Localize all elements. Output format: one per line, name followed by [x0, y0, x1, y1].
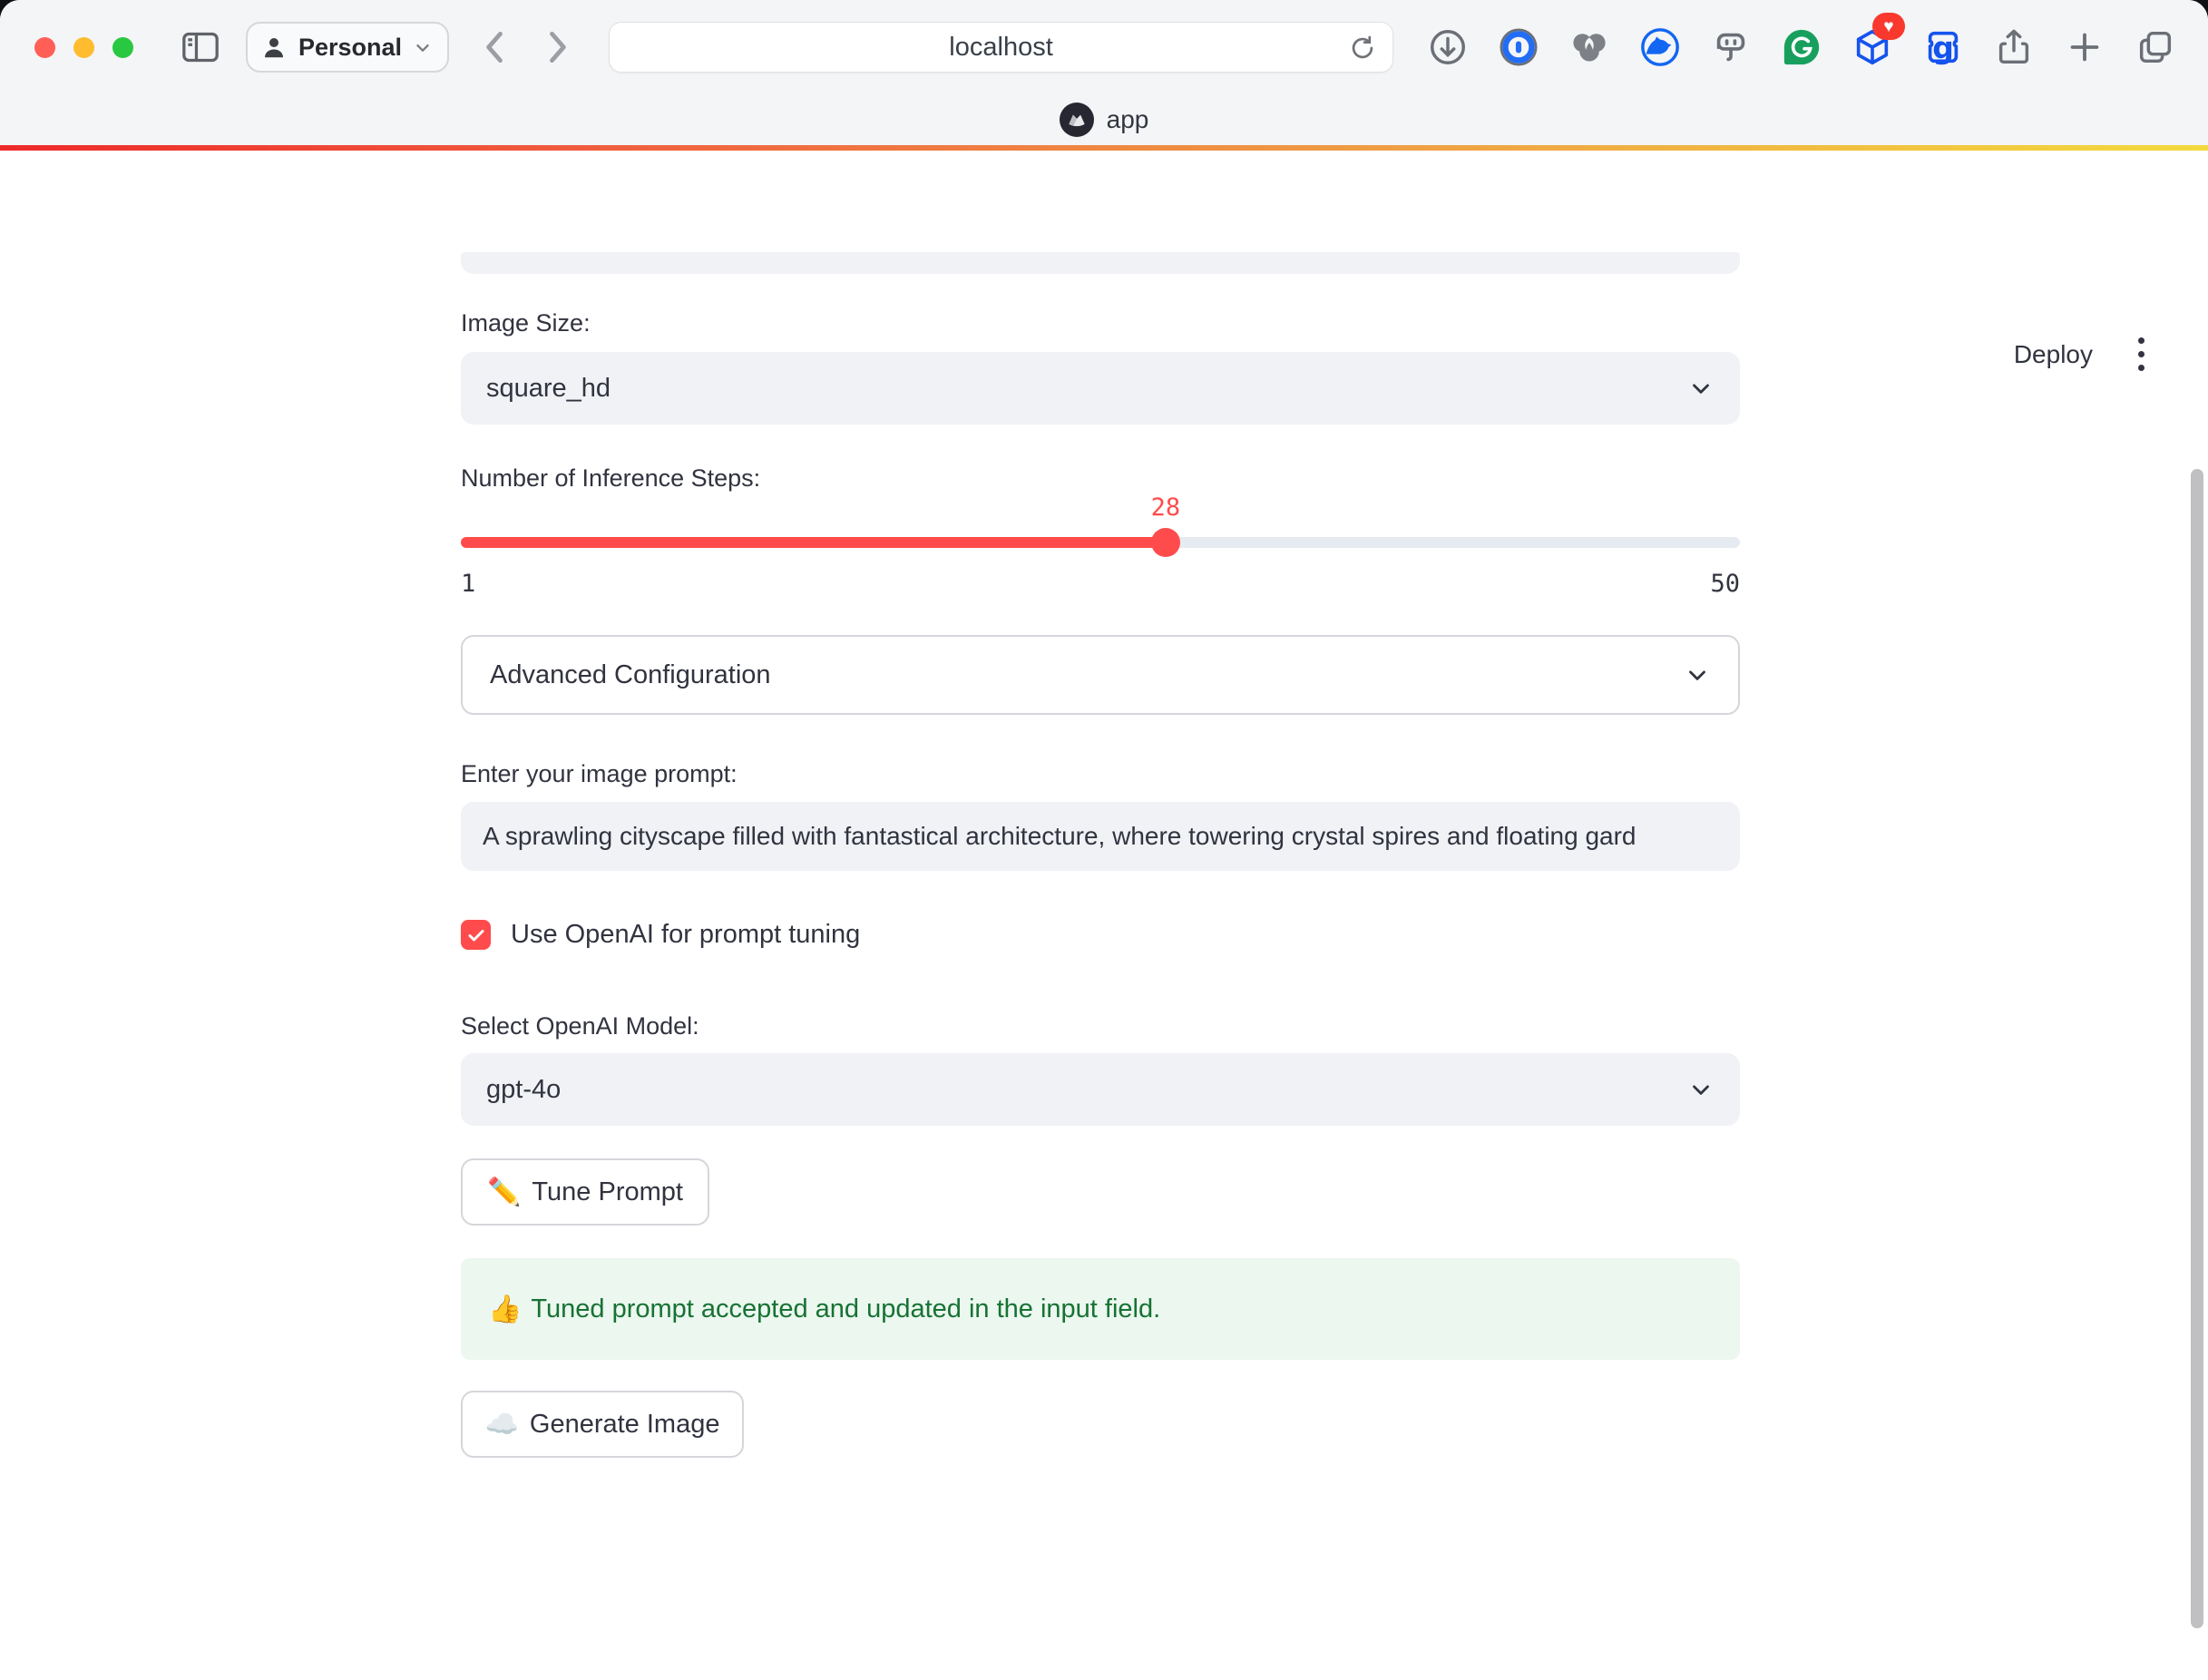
heart-badge-icon: ♥: [1872, 13, 1905, 40]
prompt-input[interactable]: A sprawling cityscape filled with fantas…: [461, 802, 1740, 871]
slider-minmax: 1 50: [461, 570, 1740, 598]
tab-bar: app: [0, 94, 2208, 145]
slider-max-label: 50: [1710, 570, 1740, 598]
image-size-select[interactable]: square_hd: [461, 352, 1740, 425]
model-value: gpt-4o: [486, 1075, 561, 1105]
tune-prompt-button[interactable]: ✏️ Tune Prompt: [461, 1158, 709, 1226]
extension-cluster: ♥ g: [1426, 25, 2177, 69]
app-main: Deploy Image Size: square_hd Number of I…: [0, 151, 2208, 1680]
openai-checkbox-label: Use OpenAI for prompt tuning: [511, 920, 860, 950]
browser-chrome: Personal localhost: [0, 0, 2208, 145]
g-clip-extension-icon[interactable]: g: [1921, 25, 1965, 69]
steps-label: Number of Inference Steps:: [461, 464, 760, 493]
traffic-lights: [34, 37, 133, 58]
zoom-window-button[interactable]: [112, 37, 133, 58]
grammarly-extension-icon[interactable]: [1780, 25, 1823, 69]
chevron-down-icon: [413, 37, 433, 57]
trefoil-extension-icon[interactable]: [1568, 25, 1611, 69]
active-tab-title[interactable]: app: [1107, 105, 1149, 134]
profile-button[interactable]: Personal: [246, 22, 449, 73]
page-scrollbar[interactable]: [2191, 469, 2203, 1628]
chevron-down-icon: [1687, 375, 1715, 402]
streamlit-favicon: [1060, 103, 1094, 137]
downloads-icon[interactable]: [1426, 25, 1470, 69]
1password-extension-icon[interactable]: [1497, 25, 1540, 69]
slider-value: 28: [1151, 493, 1181, 522]
success-text: Tuned prompt accepted and updated in the…: [531, 1294, 1160, 1324]
checkbox-checked-icon[interactable]: [461, 920, 491, 950]
success-alert: 👍 Tuned prompt accepted and updated in t…: [461, 1258, 1740, 1360]
deploy-button[interactable]: Deploy: [2014, 340, 2093, 369]
openai-checkbox-row[interactable]: Use OpenAI for prompt tuning: [461, 920, 860, 950]
share-icon[interactable]: [1992, 25, 2036, 69]
minimize-window-button[interactable]: [73, 37, 94, 58]
address-bar[interactable]: localhost: [609, 22, 1393, 73]
chevron-down-icon: [1684, 661, 1711, 689]
person-icon: [260, 34, 288, 61]
prompt-input-value: A sprawling cityscape filled with fantas…: [483, 822, 1718, 851]
sidebar-toggle-icon[interactable]: [181, 29, 220, 65]
browser-window: Personal localhost: [0, 0, 2208, 1680]
url-text: localhost: [949, 33, 1052, 63]
app-header: Deploy: [2014, 332, 2150, 376]
browser-toolbar: Personal localhost: [0, 0, 2208, 94]
model-select[interactable]: gpt-4o: [461, 1053, 1740, 1126]
prompt-label: Enter your image prompt:: [461, 760, 738, 788]
expander-label: Advanced Configuration: [490, 660, 771, 690]
tab-overview-button[interactable]: [2134, 25, 2177, 69]
back-button[interactable]: [480, 27, 511, 67]
image-size-value: square_hd: [486, 374, 611, 404]
slider-min-label: 1: [461, 570, 475, 598]
close-window-button[interactable]: [34, 37, 55, 58]
profile-label: Personal: [298, 34, 402, 62]
pencil-icon: ✏️: [487, 1177, 521, 1208]
cube-extension-icon[interactable]: ♥: [1851, 25, 1894, 69]
generate-image-label: Generate Image: [530, 1410, 720, 1440]
steps-slider[interactable]: 28 1 50: [461, 493, 1740, 602]
thumbs-up-icon: 👍: [488, 1294, 522, 1325]
reload-icon[interactable]: [1347, 33, 1378, 63]
model-label: Select OpenAI Model:: [461, 1012, 699, 1040]
kebab-menu-icon[interactable]: [2133, 332, 2150, 376]
slider-thumb[interactable]: [1151, 528, 1180, 557]
chevron-down-icon: [1687, 1076, 1715, 1103]
forward-button[interactable]: [542, 27, 572, 67]
mastodon-extension-icon[interactable]: [1709, 25, 1753, 69]
advanced-config-expander[interactable]: Advanced Configuration: [461, 635, 1740, 715]
new-tab-button[interactable]: [2063, 25, 2106, 69]
cat-extension-icon[interactable]: [1638, 25, 1682, 69]
app-content: Image Size: square_hd Number of Inferenc…: [461, 151, 1740, 1680]
generate-image-button[interactable]: ☁️ Generate Image: [461, 1391, 744, 1458]
cloud-icon: ☁️: [485, 1409, 519, 1441]
image-size-label: Image Size:: [461, 309, 591, 337]
tune-prompt-label: Tune Prompt: [532, 1177, 683, 1207]
slider-fill: [461, 537, 1166, 548]
partial-cutoff-widget[interactable]: [461, 252, 1740, 274]
